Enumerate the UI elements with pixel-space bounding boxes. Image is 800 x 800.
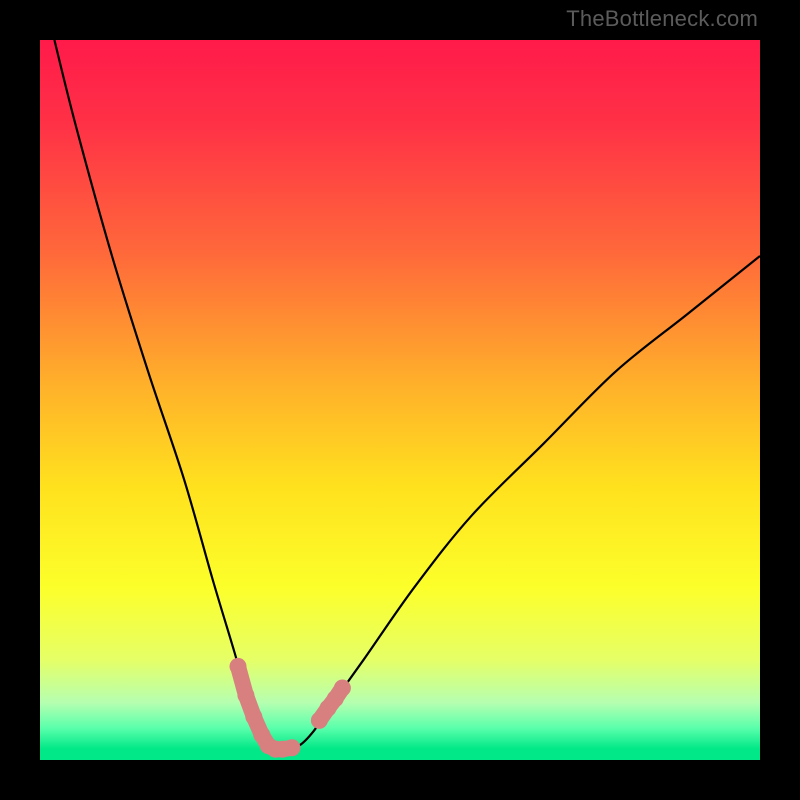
bottleneck-curve <box>40 40 760 760</box>
marker-dot <box>230 658 247 675</box>
marker-dot <box>334 680 351 697</box>
watermark-text: TheBottleneck.com <box>566 6 758 32</box>
markers-group <box>230 658 351 758</box>
chart-frame: TheBottleneck.com <box>0 0 800 800</box>
plot-area <box>40 40 760 760</box>
curve-path <box>54 40 760 750</box>
marker-dot <box>237 687 254 704</box>
marker-dot <box>245 708 262 725</box>
marker-dot <box>284 739 301 756</box>
